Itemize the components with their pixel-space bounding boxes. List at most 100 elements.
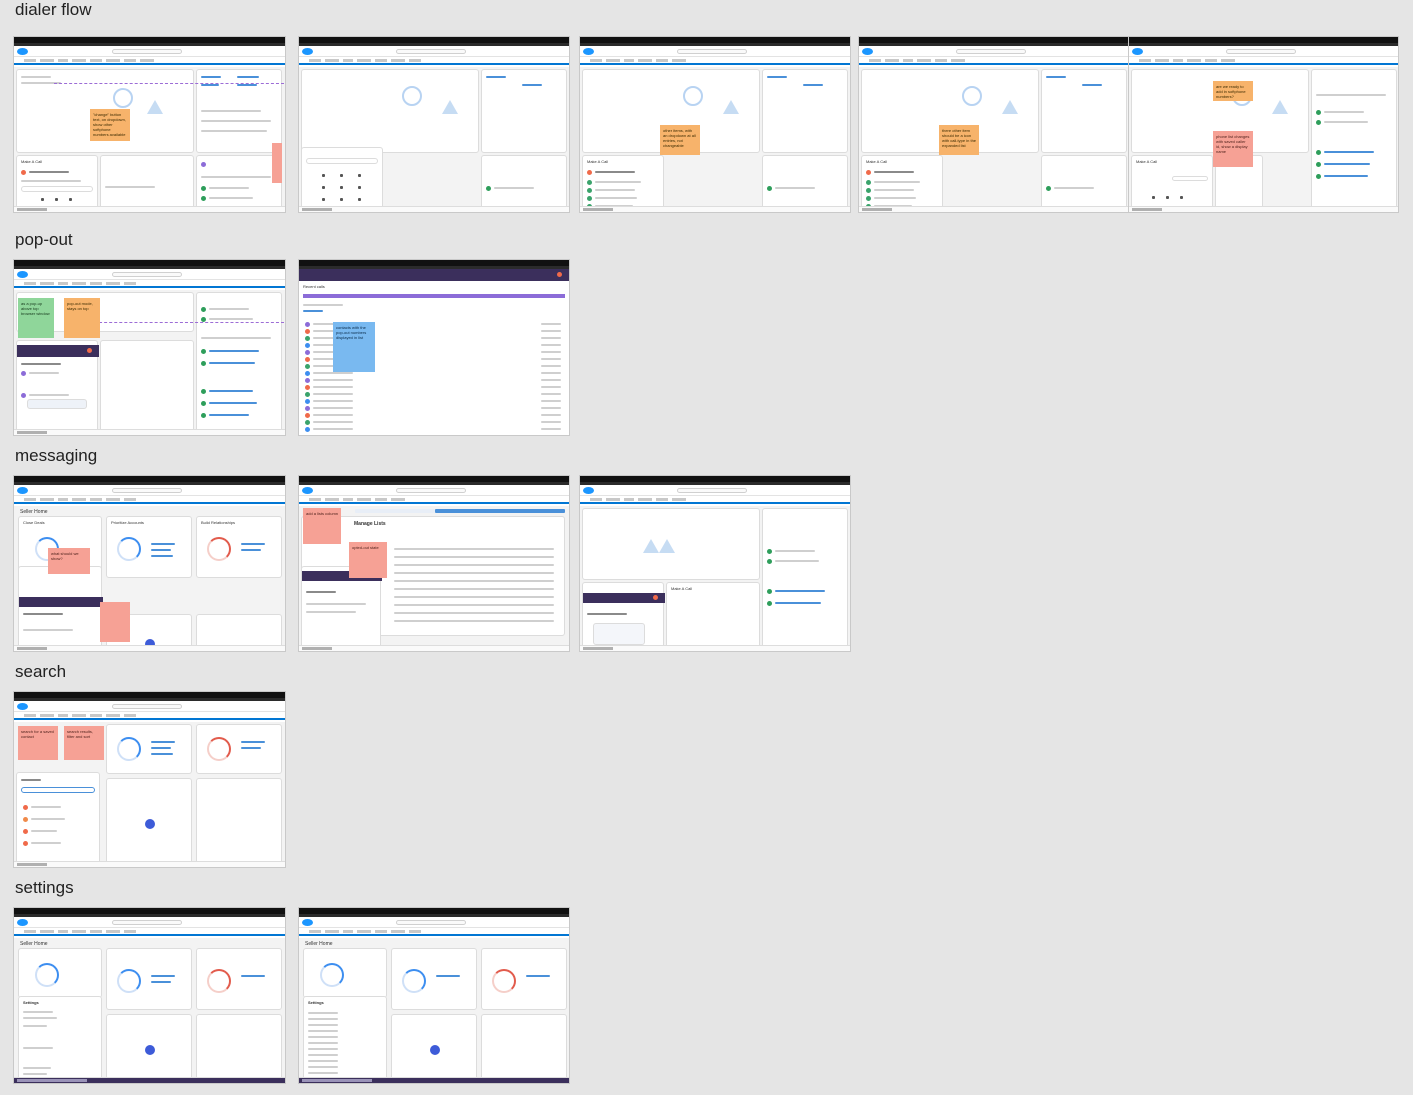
list-item-meta	[541, 428, 561, 430]
list-item[interactable]	[313, 386, 353, 388]
dialer-frame-1: Make A Call "change" button text, on dro…	[14, 37, 285, 212]
global-search-input[interactable]	[956, 49, 1027, 54]
sticky-note-green: as a pop-up above top browser window	[18, 298, 54, 338]
sticky-note-secondary	[100, 602, 130, 642]
list-item-avatar	[305, 343, 310, 348]
list-item[interactable]	[313, 393, 353, 395]
global-search-input[interactable]	[111, 920, 182, 925]
global-search-input[interactable]	[1225, 49, 1296, 54]
page-title: Seller Home	[20, 941, 48, 947]
list-item-meta	[541, 386, 561, 388]
list-item[interactable]	[394, 564, 554, 566]
list-item-meta	[541, 365, 561, 367]
page-title: Seller Home	[305, 941, 333, 947]
salesforce-logo-icon	[17, 703, 28, 710]
salesforce-logo-icon	[302, 919, 313, 926]
search-panel	[16, 772, 100, 867]
list-item[interactable]	[394, 548, 554, 550]
list-item-meta	[541, 337, 561, 339]
list-item[interactable]	[308, 1048, 338, 1050]
salesforce-logo-icon	[1132, 48, 1143, 55]
list-item[interactable]	[308, 1060, 338, 1062]
list-item[interactable]	[308, 1018, 338, 1020]
list-item-meta	[541, 407, 561, 409]
list-item[interactable]	[308, 1030, 338, 1032]
list-item-avatar	[305, 329, 310, 334]
phone-number-input[interactable]	[306, 158, 378, 164]
sticky-note: other items, with an dropdown at all ent…	[660, 125, 700, 155]
list-item[interactable]	[394, 572, 554, 574]
list-item-meta	[541, 414, 561, 416]
list-item[interactable]	[308, 1012, 338, 1014]
global-search-input[interactable]	[111, 272, 182, 277]
dialer-panel	[301, 147, 383, 212]
list-item[interactable]	[313, 414, 353, 416]
list-item-avatar	[305, 357, 310, 362]
dialer-header: Make A Call	[587, 159, 609, 164]
list-item-meta	[541, 393, 561, 395]
list-item[interactable]	[394, 612, 554, 614]
salesforce-logo-icon	[302, 48, 313, 55]
sticky-note-2: opted-out state	[349, 542, 387, 578]
list-item[interactable]	[394, 580, 554, 582]
contact-search-input[interactable]	[21, 787, 95, 793]
sticky-note-orange: pop-out mode, stays on top	[64, 298, 100, 338]
list-item[interactable]	[313, 379, 353, 381]
list-item[interactable]	[313, 400, 353, 402]
list-item-meta	[541, 400, 561, 402]
search-frame-1: search for a saved contact search result…	[14, 692, 285, 867]
call-banner[interactable]	[303, 294, 565, 298]
dialer-panel: Make A Call	[16, 155, 98, 212]
dialer-header: Make A Call	[1136, 159, 1158, 164]
list-item[interactable]	[313, 407, 353, 409]
dialer-frame-4: Make A Call there other item should be a…	[859, 37, 1129, 212]
list-item-meta	[541, 330, 561, 332]
list-item-meta	[541, 421, 561, 423]
softphone-panel	[18, 566, 103, 651]
list-item-meta	[541, 379, 561, 381]
list-item[interactable]	[394, 596, 554, 598]
sticky-note-1: add a lists column	[303, 508, 341, 544]
list-item[interactable]	[308, 1054, 338, 1056]
sticky-note-1: search for a saved contact	[18, 726, 58, 760]
list-item[interactable]	[313, 372, 353, 374]
list-item-meta	[541, 323, 561, 325]
global-search-input[interactable]	[677, 488, 748, 493]
list-item-avatar	[305, 378, 310, 383]
list-item-meta	[541, 351, 561, 353]
list-item[interactable]	[308, 1066, 338, 1068]
global-search-input[interactable]	[111, 49, 182, 54]
global-search-input[interactable]	[396, 49, 467, 54]
list-item[interactable]	[394, 620, 554, 622]
list-item[interactable]	[308, 1024, 338, 1026]
list-item[interactable]	[394, 556, 554, 558]
list-item[interactable]	[308, 1072, 338, 1074]
salesforce-logo-icon	[17, 271, 28, 278]
global-search-input[interactable]	[677, 49, 748, 54]
page-title: Seller Home	[20, 509, 48, 515]
salesforce-logo-icon	[17, 487, 28, 494]
recent-calls-header: Recent calls	[303, 284, 325, 289]
global-search-input[interactable]	[111, 488, 182, 493]
phone-number-input[interactable]	[21, 186, 93, 192]
softphone-panel	[301, 566, 382, 651]
global-search-input[interactable]	[111, 704, 182, 709]
list-item[interactable]	[313, 428, 353, 430]
dialer-frame-5: Make A Call are we ready to add in softp…	[1129, 37, 1398, 212]
global-search-input[interactable]	[396, 488, 467, 493]
dialer-panel: Make A Call	[582, 155, 664, 212]
list-item[interactable]	[308, 1042, 338, 1044]
sticky-note: what should we show?	[48, 548, 90, 574]
list-item[interactable]	[308, 1036, 338, 1038]
global-search-input[interactable]	[396, 920, 467, 925]
dialer-panel: Make A Call	[1131, 155, 1213, 212]
card-title: Build Relationships	[201, 520, 236, 525]
list-item[interactable]	[394, 588, 554, 590]
list-item[interactable]	[313, 421, 353, 423]
list-item[interactable]	[394, 604, 554, 606]
sticky-note-2: phone list changes with saved caller id,…	[1213, 131, 1253, 167]
sticky-note: "change" button text, on dropdown, show …	[90, 109, 130, 141]
list-item-avatar	[305, 392, 310, 397]
page-title: Manage Lists	[354, 521, 386, 527]
settings-frame-2: Seller Home Settings	[299, 908, 569, 1083]
